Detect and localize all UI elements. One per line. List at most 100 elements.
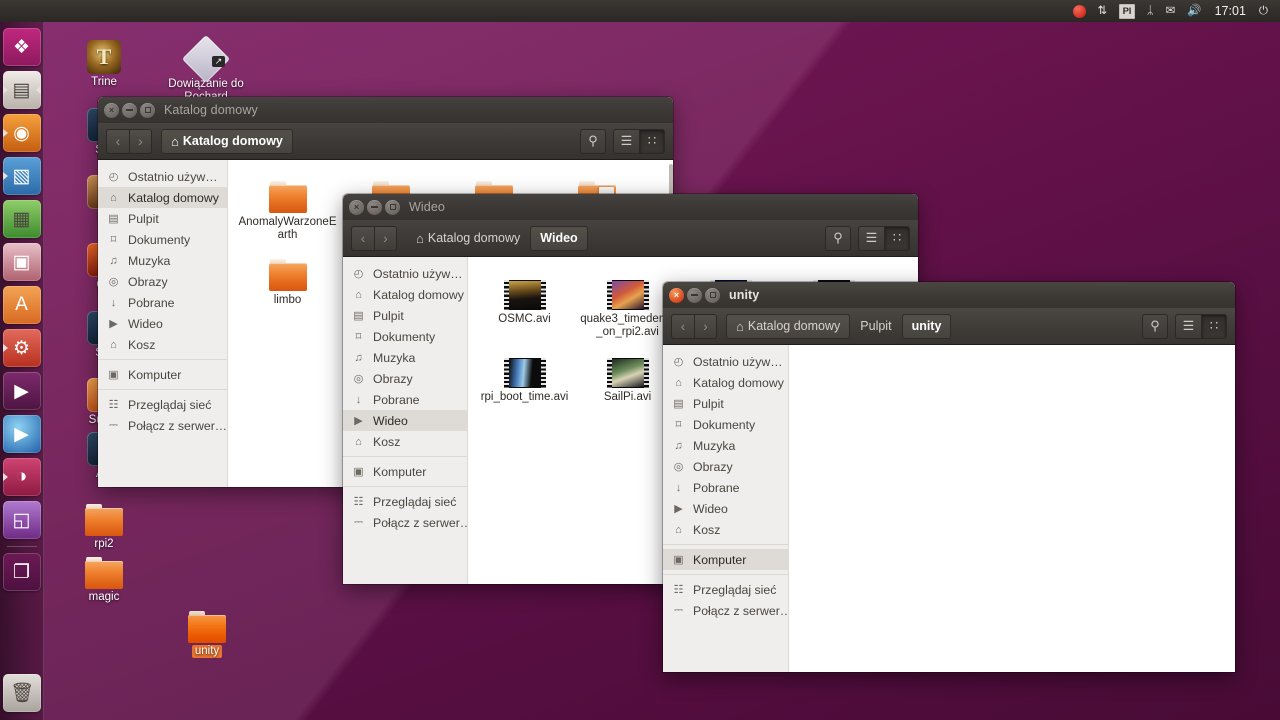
file-item[interactable]: rpi_boot_time.avi	[473, 343, 576, 408]
sidebar-item-computer[interactable]: ▣ Komputer	[663, 549, 788, 570]
search-icon[interactable]: ⚲	[580, 128, 606, 154]
sidebar-item-documents[interactable]: ⌑ Dokumenty	[343, 326, 467, 347]
titlebar-katalog-domowy[interactable]: × Katalog domowy	[98, 97, 673, 123]
file-area[interactable]	[789, 345, 1235, 672]
sidebar-item-desktop[interactable]: ▤ Pulpit	[343, 305, 467, 326]
launcher-item-libreoffice-calc[interactable]: ▦	[2, 200, 41, 238]
titlebar-unity[interactable]: × unity	[663, 282, 1235, 308]
sidebar-item-desktop[interactable]: ▤ Pulpit	[98, 208, 227, 229]
messaging-icon[interactable]: ✉	[1160, 0, 1182, 22]
window-controls[interactable]: ×	[349, 199, 400, 215]
grid-view-icon[interactable]: ∷	[639, 128, 665, 154]
desktop-icon-unity[interactable]: unity	[161, 597, 253, 658]
minimize-button[interactable]	[367, 199, 382, 215]
launcher-item-system-settings[interactable]: ⚙	[2, 329, 41, 367]
launcher-item-workspace-switcher[interactable]: ◱	[2, 501, 41, 539]
bluetooth-icon[interactable]: ᛦ	[1141, 0, 1160, 22]
sidebar-item-computer[interactable]: ▣ Komputer	[98, 364, 227, 385]
sidebar-item-pictures[interactable]: ◎ Obrazy	[98, 271, 227, 292]
sidebar-item-music[interactable]: ♫ Muzyka	[343, 347, 467, 368]
sidebar-item-downloads[interactable]: ↓ Pobrane	[98, 292, 227, 313]
sidebar-item-downloads[interactable]: ↓ Pobrane	[343, 389, 467, 410]
record-indicator-icon[interactable]	[1067, 0, 1092, 22]
sidebar-item-trash[interactable]: ⌂ Kosz	[663, 519, 788, 540]
close-button[interactable]: ×	[104, 102, 119, 118]
sidebar-item-music[interactable]: ♫ Muzyka	[98, 250, 227, 271]
file-item[interactable]: limbo	[236, 246, 339, 311]
file-item[interactable]: OSMC.avi	[473, 265, 576, 343]
grid-view-icon[interactable]: ∷	[1201, 313, 1227, 339]
breadcrumb-home[interactable]: ⌂ Katalog domowy	[161, 128, 293, 154]
list-view-icon[interactable]: ☰	[858, 225, 884, 251]
top-panel[interactable]: ⇅ Pl ᛦ ✉ 🔊 17:01 ⏻	[0, 0, 1280, 22]
desktop-icon-trine[interactable]: T Trine	[58, 28, 150, 89]
launcher-item-files-nautilus[interactable]: ▤	[2, 71, 41, 109]
sidebar-item-documents[interactable]: ⌑ Dokumenty	[663, 414, 788, 435]
launcher-item-libreoffice-writer[interactable]: ▧	[2, 157, 41, 195]
sidebar-item-recent[interactable]: ◴ Ostatnio używ…	[343, 263, 467, 284]
sidebar-item-home[interactable]: ⌂ Katalog domowy	[98, 187, 227, 208]
sidebar-item-trash[interactable]: ⌂ Kosz	[98, 334, 227, 355]
keyboard-layout-indicator[interactable]: Pl	[1113, 0, 1141, 22]
toolbar-katalog-domowy[interactable]: ‹ › ⌂ Katalog domowy ⚲ ☰ ∷	[98, 123, 673, 160]
sidebar-item-browse-network[interactable]: ☷ Przeglądaj sieć	[343, 491, 467, 512]
sidebar-item-browse-network[interactable]: ☷ Przeglądaj sieć	[98, 394, 227, 415]
breadcrumb-home[interactable]: ⌂ Katalog domowy	[726, 313, 851, 339]
toolbar-unity[interactable]: ‹ › ⌂ Katalog domowy Pulpit unity ⚲ ☰ ∷	[663, 308, 1235, 345]
maximize-button[interactable]	[705, 287, 720, 303]
desktop-icon-rpi2[interactable]: rpi2	[58, 490, 150, 551]
search-icon[interactable]: ⚲	[825, 225, 851, 251]
sidebar-item-home[interactable]: ⌂ Katalog domowy	[663, 372, 788, 393]
launcher-item-game-icon[interactable]: ▶	[2, 372, 41, 410]
minimize-button[interactable]	[687, 287, 702, 303]
breadcrumb[interactable]: ⌂ Katalog domowy Pulpit unity	[726, 313, 952, 339]
sidebar-item-recent[interactable]: ◴ Ostatnio używ…	[663, 351, 788, 372]
launcher-item-show-desktop[interactable]: ❐	[2, 553, 41, 591]
launcher-item-game-eye-icon[interactable]: ◑	[2, 458, 41, 496]
forward-button[interactable]: ›	[694, 313, 717, 339]
sidebar-item-pictures[interactable]: ◎ Obrazy	[663, 456, 788, 477]
sidebar-item-videos[interactable]: ▶ Wideo	[663, 498, 788, 519]
sidebar-item-browse-network[interactable]: ☷ Przeglądaj sieć	[663, 579, 788, 600]
desktop-icon-magic[interactable]: magic	[58, 543, 150, 604]
breadcrumb-desktop[interactable]: Pulpit	[850, 314, 901, 339]
launcher-item-libreoffice-impress[interactable]: ▣	[2, 243, 41, 281]
sidebar-item-videos[interactable]: ▶ Wideo	[343, 410, 467, 431]
launcher-item-trash[interactable]: 🗑	[3, 674, 41, 712]
sidebar-item-connect-server[interactable]: ⎓ Połącz z serwer…	[98, 415, 227, 436]
desktop-icon-rochard-link[interactable]: ↗Dowiązanie do Rochard	[160, 30, 252, 104]
breadcrumb[interactable]: ⌂ Katalog domowy Wideo	[406, 225, 588, 251]
sidebar-item-music[interactable]: ♫ Muzyka	[663, 435, 788, 456]
sidebar-places[interactable]: ◴ Ostatnio używ… ⌂ Katalog domowy ▤ Pulpit ⌑ Do…	[98, 160, 228, 487]
nav-buttons[interactable]: ‹ ›	[351, 225, 397, 251]
forward-button[interactable]: ›	[374, 225, 397, 251]
search-icon[interactable]: ⚲	[1142, 313, 1168, 339]
maximize-button[interactable]	[385, 199, 400, 215]
launcher-item-media-player[interactable]: ▶	[2, 415, 41, 453]
nav-buttons[interactable]: ‹ ›	[106, 128, 152, 154]
toolbar-actions[interactable]: ⚲ ☰ ∷	[825, 225, 910, 251]
back-button[interactable]: ‹	[671, 313, 694, 339]
back-button[interactable]: ‹	[106, 128, 129, 154]
maximize-button[interactable]	[140, 102, 155, 118]
grid-view-icon[interactable]: ∷	[884, 225, 910, 251]
window-unity[interactable]: × unity ‹ › ⌂ Katalog domowy Pulpit unity ⚲…	[663, 282, 1235, 672]
sidebar-item-connect-server[interactable]: ⎓ Połącz z serwer…	[663, 600, 792, 621]
network-icon[interactable]: ⇅	[1092, 0, 1114, 22]
toolbar-wideo[interactable]: ‹ › ⌂ Katalog domowy Wideo ⚲ ☰ ∷	[343, 220, 918, 257]
sidebar-item-pictures[interactable]: ◎ Obrazy	[343, 368, 467, 389]
list-view-icon[interactable]: ☰	[613, 128, 639, 154]
clock[interactable]: 17:01	[1208, 0, 1253, 22]
titlebar-wideo[interactable]: × Wideo	[343, 194, 918, 220]
sidebar-places[interactable]: ◴ Ostatnio używ… ⌂ Katalog domowy ▤ Pulpit ⌑ Do…	[663, 345, 792, 672]
window-controls[interactable]: ×	[669, 287, 720, 303]
breadcrumb-unity[interactable]: unity	[901, 313, 952, 339]
launcher-item-ubuntu-software-center[interactable]: A	[2, 286, 41, 324]
close-button[interactable]: ×	[669, 287, 684, 303]
session-menu-icon[interactable]: ⏻	[1253, 0, 1274, 22]
close-button[interactable]: ×	[349, 199, 364, 215]
sidebar-item-desktop[interactable]: ▤ Pulpit	[663, 393, 788, 414]
toolbar-actions[interactable]: ⚲ ☰ ∷	[1142, 313, 1227, 339]
breadcrumb-videos[interactable]: Wideo	[530, 225, 588, 251]
unity-launcher[interactable]: ❖ ▤ ◉ ▧ ▦ ▣ A ⚙ ▶ ▶ ◑ ◱ ❐ 🗑	[0, 22, 44, 720]
